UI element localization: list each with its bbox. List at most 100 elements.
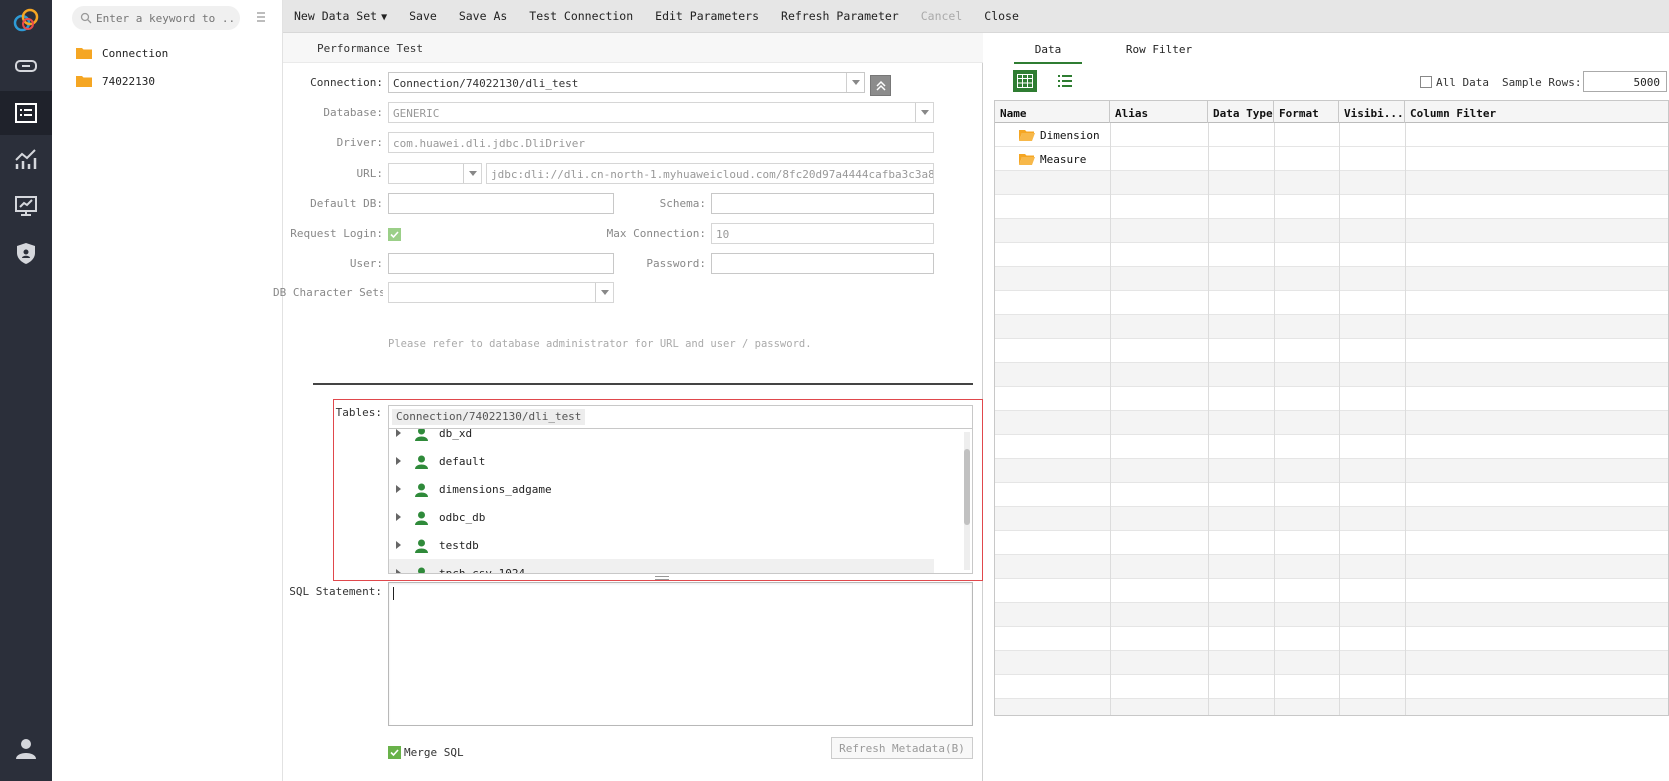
database-select[interactable]: GENERIC	[388, 102, 934, 123]
new-data-set-button[interactable]: New Data Set ▼	[283, 9, 398, 23]
expand-icon[interactable]	[396, 429, 401, 437]
column-header-column-filter[interactable]: Column Filter	[1405, 101, 1668, 123]
sample-rows-input[interactable]: 5000	[1583, 71, 1667, 92]
form-title: Performance Test	[317, 42, 423, 55]
tab-data[interactable]: Data	[1014, 40, 1082, 64]
default-db-field[interactable]	[388, 193, 614, 214]
edit-parameters-button[interactable]: Edit Parameters	[644, 9, 770, 23]
expand-icon[interactable]	[396, 541, 401, 549]
sql-editor[interactable]	[388, 582, 973, 726]
tree-search-input[interactable]	[96, 11, 236, 25]
expand-icon[interactable]	[396, 457, 401, 465]
user-label: User:	[349, 257, 383, 270]
menu-icon[interactable]	[254, 10, 268, 24]
link-icon[interactable]	[0, 44, 52, 88]
chevron-down-icon	[915, 103, 933, 122]
tables-selector[interactable]: Connection/74022130/dli_test	[388, 405, 973, 429]
request-login-checkbox[interactable]	[388, 228, 401, 241]
cancel-button[interactable]: Cancel	[910, 9, 974, 23]
column-header-format[interactable]: Format	[1274, 101, 1339, 123]
database-user-icon	[415, 483, 428, 497]
save-as-button[interactable]: Save As	[448, 9, 518, 23]
driver-field[interactable]: com.huawei.dli.jdbc.DliDriver	[388, 132, 934, 153]
url-label: URL:	[356, 167, 384, 180]
save-button[interactable]: Save	[398, 9, 448, 23]
table-row[interactable]: testdb	[389, 531, 934, 559]
grid-row	[995, 675, 1668, 699]
grid-view-button[interactable]	[1013, 70, 1037, 92]
shield-icon[interactable]	[0, 231, 52, 275]
refresh-parameter-button[interactable]: Refresh Parameter	[770, 9, 910, 23]
collapse-button[interactable]	[870, 75, 891, 96]
grid-row	[995, 555, 1668, 579]
table-name: testdb	[439, 538, 479, 552]
close-button[interactable]: Close	[973, 9, 1030, 23]
grid-row	[995, 291, 1668, 315]
chevron-down-icon	[846, 73, 864, 92]
table-row[interactable]: tpch_csv_1024	[389, 559, 934, 573]
table-row[interactable]: odbc_db	[389, 503, 934, 531]
grid-column-line	[1405, 123, 1406, 715]
dataset-icon[interactable]	[0, 91, 52, 135]
table-name: db_xd	[439, 429, 473, 440]
expand-icon[interactable]	[396, 569, 401, 573]
user-field[interactable]	[388, 253, 614, 274]
grid-header: Name Alias Data Type Format Visibi... Co…	[995, 101, 1668, 123]
list-view-icon[interactable]	[1056, 72, 1074, 90]
test-connection-button[interactable]: Test Connection	[518, 9, 644, 23]
check-icon	[390, 749, 399, 757]
url-protocol-select[interactable]	[388, 163, 482, 184]
chart-icon[interactable]	[0, 137, 52, 181]
app-logo-icon	[0, 0, 52, 40]
tab-row-filter[interactable]: Row Filter	[1114, 40, 1204, 64]
tree-search-box[interactable]	[72, 6, 240, 30]
column-header-data-type[interactable]: Data Type	[1208, 101, 1274, 123]
column-header-visibility[interactable]: Visibi...	[1339, 101, 1405, 123]
dataset-form: Performance Test Connection: Connection/…	[273, 33, 983, 781]
max-connection-label: Max Connection:	[606, 227, 706, 240]
password-field[interactable]	[711, 253, 934, 274]
scrollbar-thumb[interactable]	[964, 449, 970, 525]
refresh-metadata-button[interactable]: Refresh Metadata(B)	[831, 737, 973, 759]
grid-node-measure[interactable]: Measure	[1019, 147, 1086, 171]
nav-rail	[0, 0, 52, 781]
resize-grip[interactable]	[655, 576, 669, 580]
grid-node-dimension[interactable]: Dimension	[1019, 123, 1100, 147]
connection-label: Connection:	[310, 76, 383, 89]
expand-icon[interactable]	[396, 485, 401, 493]
grid-row	[995, 171, 1668, 195]
grid-node-label: Dimension	[1040, 128, 1100, 142]
schema-field[interactable]	[711, 193, 934, 214]
dashboard-icon[interactable]	[0, 184, 52, 228]
grid-column-line	[1339, 123, 1340, 715]
request-login-label: Request Login:	[290, 227, 383, 240]
column-header-alias[interactable]: Alias	[1110, 101, 1208, 123]
grid-row	[995, 339, 1668, 363]
all-data-checkbox[interactable]	[1420, 76, 1432, 88]
table-row[interactable]: db_xd	[389, 429, 934, 447]
table-row[interactable]: dimensions_adgame	[389, 475, 934, 503]
tree-item-74022130[interactable]: 74022130	[76, 71, 155, 91]
connection-select[interactable]: Connection/74022130/dli_test	[388, 72, 865, 93]
expand-icon[interactable]	[396, 513, 401, 521]
grid-row	[995, 699, 1668, 715]
table-row[interactable]: default	[389, 447, 934, 475]
folder-open-icon	[1019, 130, 1035, 141]
check-icon	[390, 231, 399, 239]
grid-row	[995, 219, 1668, 243]
url-field[interactable]: jdbc:dli://dli.cn-north-1.myhuaweicloud.…	[486, 163, 934, 184]
merge-sql-checkbox[interactable]	[388, 746, 401, 759]
tree-item-label: Connection	[102, 46, 169, 60]
database-user-icon	[415, 455, 428, 469]
tables-list[interactable]: db_xd default dimensions_adgame odbc_db …	[388, 429, 973, 574]
grid-row[interactable]	[995, 147, 1668, 171]
charset-select[interactable]	[388, 282, 614, 303]
max-connection-field[interactable]: 10	[711, 223, 934, 244]
folder-icon	[76, 76, 92, 87]
connection-value: Connection/74022130/dli_test	[393, 77, 579, 90]
user-icon[interactable]	[0, 726, 52, 770]
search-icon	[80, 12, 92, 24]
column-header-name[interactable]: Name	[995, 101, 1110, 123]
grid-row	[995, 459, 1668, 483]
tree-item-connection[interactable]: Connection	[76, 43, 168, 63]
